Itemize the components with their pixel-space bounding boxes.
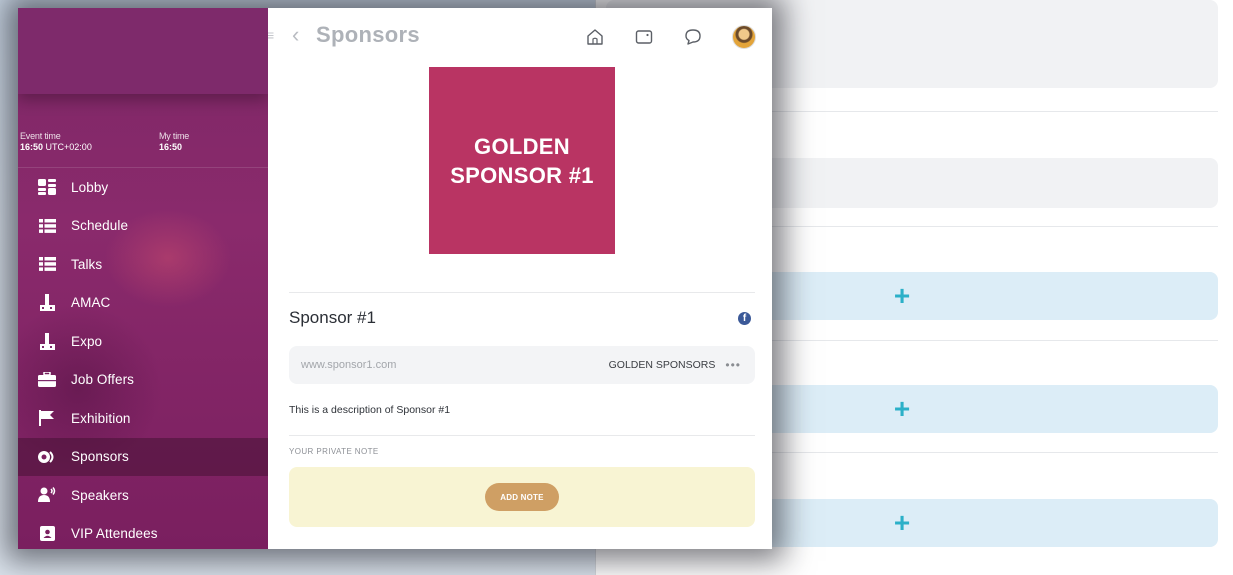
event-time: Event time 16:50 UTC+02:00 <box>20 131 115 167</box>
wallet-icon[interactable] <box>634 27 654 47</box>
sidebar-header <box>18 8 268 94</box>
facebook-icon[interactable]: f <box>738 312 751 325</box>
event-timezone: UTC+02:00 <box>45 142 92 152</box>
sponsor-description: This is a description of Sponsor #1 <box>289 404 451 416</box>
event-time-label: Event time <box>20 131 61 141</box>
my-time-value: 16:50 <box>159 142 183 152</box>
avatar[interactable] <box>732 25 756 49</box>
private-note-label: YOUR PRIVATE NOTE <box>289 447 379 456</box>
sidebar-nav: Lobby Schedule Talks AMAC Expo Job Offer… <box>18 168 268 549</box>
logo-line-1: GOLDEN <box>474 133 570 159</box>
logo-line-2: SPONSOR #1 <box>450 162 594 188</box>
booth-icon <box>38 294 56 312</box>
event-time-value: 16:50 <box>20 142 44 152</box>
sidebar-item-exhibition[interactable]: Exhibition <box>18 399 268 438</box>
sidebar-item-label: Schedule <box>71 218 129 234</box>
sidebar-item-talks[interactable]: Talks <box>18 245 268 284</box>
divider <box>289 292 755 293</box>
sidebar-item-label: Job Offers <box>71 372 135 388</box>
sidebar-item-lobby[interactable]: Lobby <box>18 168 268 207</box>
my-time-label: My time <box>159 131 190 141</box>
briefcase-icon <box>38 371 56 389</box>
sidebar-item-job-offers[interactable]: Job Offers <box>18 361 268 400</box>
sidebar-item-label: Lobby <box>71 179 109 195</box>
sponsor-name: Sponsor #1 <box>289 308 376 327</box>
sponsor-icon <box>38 448 56 466</box>
topbar: ≡ ‹ Sponsors <box>268 8 772 66</box>
speaker-icon <box>38 486 56 504</box>
flag-icon <box>38 409 56 427</box>
sidebar-item-label: Expo <box>71 333 103 349</box>
sidebar-item-amac[interactable]: AMAC <box>18 284 268 323</box>
booth-icon <box>38 332 56 350</box>
sponsor-info-bar: www.sponsor1.com GOLDEN SPONSORS ••• <box>289 346 755 384</box>
sidebar-item-speakers[interactable]: Speakers <box>18 476 268 515</box>
sidebar: Event time 16:50 UTC+02:00 My time 16:50… <box>18 8 268 549</box>
plus-icon: + <box>893 280 911 311</box>
back-icon[interactable]: ‹ <box>292 22 299 48</box>
sponsor-logo: GOLDEN SPONSOR #1 <box>429 67 615 254</box>
home-icon[interactable] <box>585 27 605 47</box>
sidebar-item-expo[interactable]: Expo <box>18 322 268 361</box>
sidebar-item-label: Exhibition <box>71 410 131 426</box>
sidebar-item-label: Sponsors <box>71 449 129 465</box>
list-icon <box>38 255 56 273</box>
add-note-button[interactable]: ADD NOTE <box>485 483 559 511</box>
sponsor-category: GOLDEN SPONSORS <box>608 359 716 371</box>
sponsor-panel: ≡ ‹ Sponsors GOLDEN SPONSOR #1 Sponsor #… <box>268 8 772 549</box>
menu-icon[interactable]: ≡ <box>268 27 274 43</box>
badge-icon <box>38 525 56 543</box>
page-title: Sponsors <box>316 22 420 47</box>
sidebar-item-label: Talks <box>71 256 103 272</box>
sidebar-item-vip-attendees[interactable]: VIP Attendees <box>18 515 268 550</box>
sidebar-item-schedule[interactable]: Schedule <box>18 207 268 246</box>
sidebar-item-label: VIP Attendees <box>71 526 158 542</box>
list-icon <box>38 217 56 235</box>
chat-icon[interactable] <box>683 27 703 47</box>
my-time: My time 16:50 <box>115 131 189 167</box>
plus-icon: + <box>893 507 911 538</box>
divider <box>289 435 755 436</box>
sidebar-item-label: AMAC <box>71 295 111 311</box>
private-note-box: ADD NOTE <box>289 467 755 527</box>
more-options-icon[interactable]: ••• <box>725 358 741 372</box>
sponsor-website-link[interactable]: www.sponsor1.com <box>301 359 609 371</box>
time-panel: Event time 16:50 UTC+02:00 My time 16:50 <box>18 94 268 168</box>
sidebar-item-label: Speakers <box>71 487 129 503</box>
lobby-icon <box>38 178 56 196</box>
plus-icon: + <box>893 393 911 424</box>
sidebar-item-sponsors[interactable]: Sponsors <box>18 437 268 476</box>
